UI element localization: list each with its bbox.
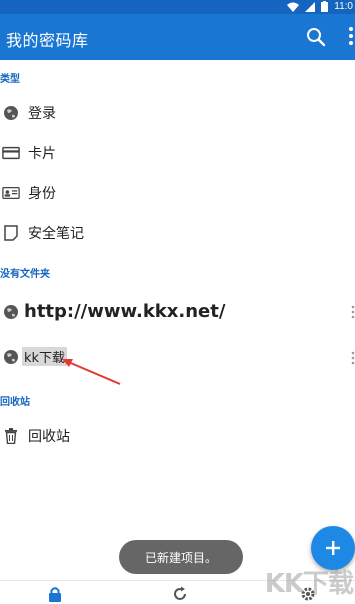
type-item-card[interactable]: 卡片 [0, 143, 355, 163]
type-item-identity[interactable]: 身份 [0, 183, 355, 203]
signal-icon [305, 1, 316, 12]
section-header-no-folder: 没有文件夹 [0, 269, 50, 280]
vault-item-kkx-url[interactable]: http://www.kkx.net/ [0, 301, 355, 322]
watermark-logo: KK下载 [264, 569, 354, 599]
sync-icon[interactable] [171, 585, 189, 603]
type-item-secure-note[interactable]: 安全笔记 [0, 223, 355, 243]
type-item-label: 卡片 [28, 146, 56, 162]
section-header-types: 类型 [0, 74, 20, 85]
item-menu-icon[interactable] [351, 305, 355, 319]
type-item-login[interactable]: 登录 [0, 103, 355, 123]
red-arrow-annotation [62, 359, 121, 385]
vault-item-kk-download[interactable]: kk下载 [0, 347, 355, 366]
status-bar: 11:0 [0, 0, 355, 14]
item-menu-icon[interactable] [351, 351, 355, 365]
type-item-label: 身份 [28, 186, 56, 202]
card-icon [2, 144, 20, 162]
type-item-label: 安全笔记 [28, 226, 84, 242]
search-icon[interactable] [305, 26, 327, 48]
toast-message: 已新建项目。 [119, 540, 243, 574]
plus-icon [326, 541, 340, 555]
globe-icon [2, 104, 20, 122]
trash-icon [2, 427, 20, 445]
trash-item-label: 回收站 [28, 429, 70, 445]
vault-item-label: http://www.kkx.net/ [24, 301, 226, 322]
wifi-icon [287, 2, 300, 12]
id-card-icon [2, 184, 20, 202]
battery-icon [321, 1, 329, 12]
globe-icon [2, 303, 20, 321]
page-title: 我的密码库 [6, 31, 89, 50]
status-time: 11:0 [334, 1, 353, 12]
globe-icon [2, 348, 20, 366]
app-bar: 我的密码库 [0, 14, 355, 60]
type-item-label: 登录 [28, 106, 56, 122]
lock-icon[interactable] [46, 585, 64, 603]
trash-item[interactable]: 回收站 [0, 426, 355, 446]
note-icon [2, 224, 20, 242]
section-header-trash: 回收站 [0, 397, 30, 408]
more-options-icon[interactable] [345, 24, 355, 48]
